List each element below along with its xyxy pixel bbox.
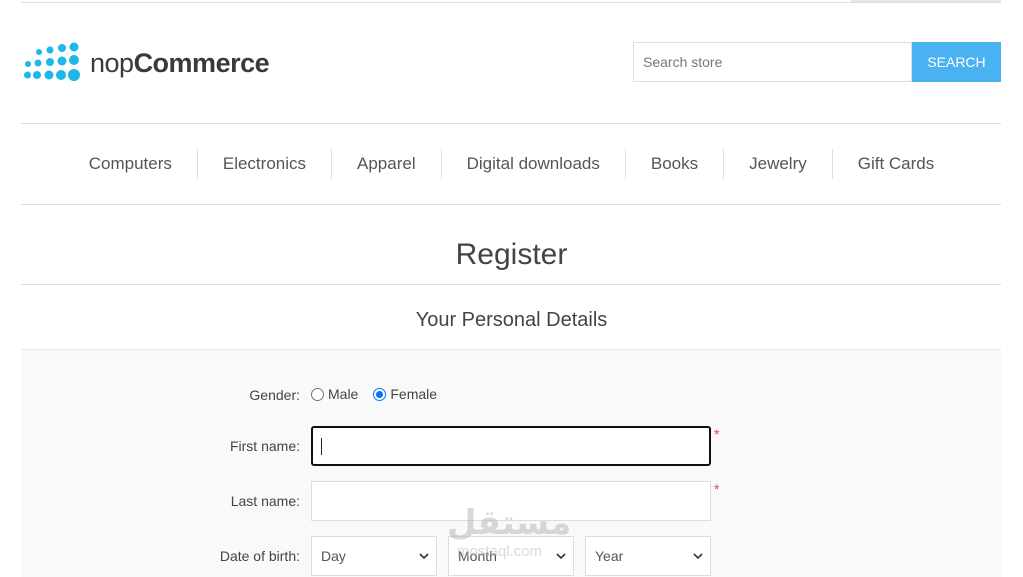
nav-separator <box>196 149 198 179</box>
search-box: SEARCH <box>633 42 1001 82</box>
nav-separator <box>831 149 833 179</box>
title-divider <box>21 284 1001 285</box>
watermark-latin: mostaql.com <box>457 543 543 560</box>
date-of-birth-label: Date of birth: <box>219 548 300 564</box>
dob-year-value: Year <box>595 548 624 564</box>
nav-item-jewelry[interactable]: Jewelry <box>749 154 807 174</box>
logo-text-commerce: Commerce <box>133 47 270 78</box>
top-divider <box>21 2 1001 3</box>
gender-female-label[interactable]: Female <box>390 386 437 402</box>
gender-male-label[interactable]: Male <box>328 386 358 402</box>
first-name-label: First name: <box>229 438 300 454</box>
logo-wordmark: nopCommerce <box>90 47 270 79</box>
watermark-arabic: مستقل <box>447 503 572 543</box>
first-name-field[interactable] <box>311 426 711 466</box>
nav-separator <box>723 149 725 179</box>
site-logo[interactable]: nopCommerce <box>24 42 270 84</box>
nav-separator <box>331 149 332 179</box>
last-name-required-mark: * <box>714 481 720 497</box>
logo-text-nop: nop <box>90 47 134 78</box>
nav-item-electronics[interactable]: Electronics <box>223 154 306 174</box>
nav-separator <box>440 149 442 179</box>
text-caret <box>321 438 322 455</box>
gender-radio-group: Male Female <box>311 386 452 402</box>
chevron-down-icon <box>556 553 566 560</box>
section-title: Your Personal Details <box>415 309 608 331</box>
nav-item-apparel[interactable]: Apparel <box>357 154 416 174</box>
nav-separator <box>624 149 626 179</box>
logo-dots-icon <box>24 42 80 81</box>
nav-item-books[interactable]: Books <box>651 154 698 174</box>
nav-item-computers[interactable]: Computers <box>89 154 172 174</box>
gender-male-radio[interactable] <box>311 387 324 401</box>
gender-label: Gender: <box>249 387 300 403</box>
top-menu: Computers Electronics Apparel Digital do… <box>0 124 1023 204</box>
nav-item-gift-cards[interactable]: Gift Cards <box>858 154 935 174</box>
dob-year-select[interactable]: Year <box>585 536 711 576</box>
last-name-label: Last name: <box>230 493 300 509</box>
dob-day-value: Day <box>321 548 346 564</box>
chevron-down-icon <box>419 553 429 560</box>
first-name-required-mark: * <box>714 426 720 442</box>
search-input[interactable] <box>633 42 912 82</box>
search-button[interactable]: SEARCH <box>912 42 1001 82</box>
nav-divider <box>21 204 1001 205</box>
gender-female-radio[interactable] <box>373 387 387 401</box>
top-bar-fragment <box>851 0 1001 2</box>
watermark: مستقل mostaql.com <box>447 503 572 560</box>
chevron-down-icon <box>693 553 703 560</box>
page-title: Register <box>455 238 568 271</box>
nav-item-digital-downloads[interactable]: Digital downloads <box>467 154 600 174</box>
dob-day-select[interactable]: Day <box>311 536 437 576</box>
